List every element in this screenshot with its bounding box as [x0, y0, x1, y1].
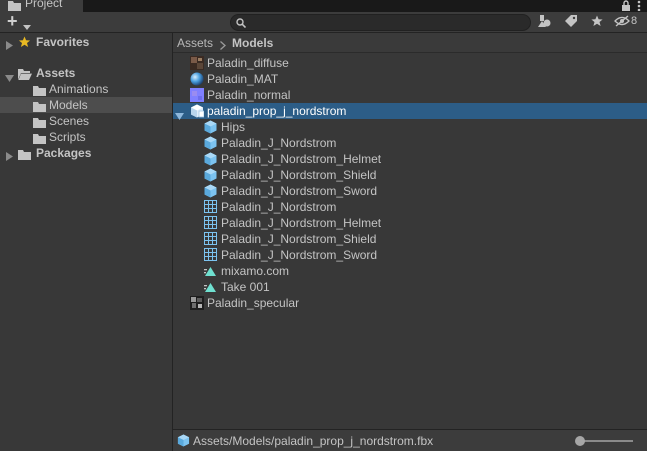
asset-item-game-object[interactable]: Paladin_J_Nordstrom_Sword [173, 183, 647, 199]
tree-item-favorites[interactable]: Favorites [0, 34, 172, 50]
tree-item-label: Packages [36, 146, 92, 160]
tree-item-label: Animations [49, 82, 109, 96]
tree-item-scripts[interactable]: Scripts [0, 129, 172, 145]
asset-label: Paladin_J_Nordstrom_Shield [221, 168, 377, 182]
status-bar: Assets/Models/paladin_prop_j_nordstrom.f… [173, 429, 647, 451]
asset-item-animation-clip[interactable]: Take 001 [173, 279, 647, 295]
asset-label: Hips [221, 120, 246, 134]
model-prefab-icon [177, 434, 190, 450]
asset-label: Paladin_MAT [207, 72, 279, 86]
asset-label: paladin_prop_j_nordstrom [207, 104, 347, 118]
asset-item-paladin-diffuse[interactable]: Paladin_diffuse [173, 55, 647, 71]
project-toolbar: + 8 [0, 11, 647, 33]
search-icon [236, 17, 247, 31]
asset-item-paladin-prop-fbx[interactable]: paladin_prop_j_nordstrom [173, 103, 647, 120]
asset-label: Paladin_normal [207, 88, 291, 102]
toggle-hidden-packages-button[interactable] [611, 13, 633, 32]
search-field[interactable] [230, 14, 531, 31]
search-by-type-button[interactable] [534, 13, 556, 32]
breadcrumb-models[interactable]: Models [232, 36, 273, 50]
asset-label: Paladin_J_Nordstrom_Helmet [221, 152, 382, 166]
window-controls [621, 0, 641, 12]
asset-label: Paladin_J_Nordstrom_Shield [221, 232, 377, 246]
asset-item-game-object[interactable]: Paladin_J_Nordstrom_Helmet [173, 151, 647, 167]
asset-list-panel: Assets Models Paladin_diffuse Paladin_MA… [173, 33, 647, 429]
shapes-filter-icon [538, 15, 552, 30]
asset-item-mesh[interactable]: Paladin_J_Nordstrom_Helmet [173, 215, 647, 231]
plus-icon: + [7, 11, 18, 31]
folder-icon [18, 148, 31, 164]
slider-track[interactable] [577, 440, 633, 442]
star-icon [591, 15, 603, 30]
create-asset-button[interactable]: + [4, 11, 36, 33]
tree-item-scenes[interactable]: Scenes [0, 113, 172, 129]
asset-item-mesh[interactable]: Paladin_J_Nordstrom_Sword [173, 247, 647, 263]
asset-label: Paladin_J_Nordstrom [221, 200, 337, 214]
chevron-right-icon[interactable] [6, 38, 13, 54]
hidden-packages-count: 8 [631, 15, 638, 27]
search-by-label-button[interactable] [560, 13, 582, 32]
asset-label: Paladin_J_Nordstrom [221, 136, 337, 150]
asset-item-paladin-normal[interactable]: Paladin_normal [173, 87, 647, 103]
slider-handle[interactable] [575, 436, 585, 446]
asset-item-animation-clip[interactable]: mixamo.com [173, 263, 647, 279]
chevron-right-icon[interactable] [6, 149, 13, 165]
star-icon [18, 36, 31, 52]
chevron-right-icon [220, 39, 226, 53]
icon-size-slider[interactable] [575, 435, 633, 447]
chevron-down-icon [23, 19, 31, 33]
save-search-button[interactable] [586, 13, 608, 32]
asset-label: Paladin_J_Nordstrom_Sword [221, 248, 378, 262]
tag-icon [565, 15, 577, 30]
asset-label: Paladin_J_Nordstrom_Sword [221, 184, 378, 198]
asset-label: Take 001 [221, 280, 270, 294]
tree-item-label: Models [49, 98, 88, 112]
folder-tree-panel: Favorites Assets Animations Models Scene… [0, 33, 172, 451]
tree-item-packages[interactable]: Packages [0, 145, 172, 161]
tree-item-label: Scenes [49, 114, 90, 128]
asset-label: Paladin_specular [207, 296, 300, 310]
breadcrumb: Assets Models [173, 33, 647, 53]
tab-label: Project [25, 0, 63, 10]
asset-label: mixamo.com [221, 264, 290, 278]
tree-item-label: Scripts [49, 130, 86, 144]
asset-item-game-object[interactable]: Paladin_J_Nordstrom_Shield [173, 167, 647, 183]
texture-specular-icon [190, 296, 204, 314]
tree-item-models[interactable]: Models [0, 97, 172, 113]
asset-item-paladin-specular[interactable]: Paladin_specular [173, 295, 647, 311]
asset-label: Paladin_J_Nordstrom_Helmet [221, 216, 382, 230]
asset-label: Paladin_diffuse [207, 56, 289, 70]
asset-item-mesh[interactable]: Paladin_J_Nordstrom [173, 199, 647, 215]
tree-item-animations[interactable]: Animations [0, 81, 172, 97]
window-tab-strip: Project [0, 0, 647, 12]
breadcrumb-assets[interactable]: Assets [177, 36, 213, 50]
eye-slash-icon [614, 15, 630, 30]
tree-item-label: Favorites [36, 35, 90, 49]
asset-item-mesh[interactable]: Paladin_J_Nordstrom_Shield [173, 231, 647, 247]
asset-item-game-object[interactable]: Paladin_J_Nordstrom [173, 135, 647, 151]
tree-item-label: Assets [36, 66, 76, 80]
asset-item-paladin-mat[interactable]: Paladin_MAT [173, 71, 647, 87]
asset-item-hips[interactable]: Hips [173, 119, 647, 135]
selected-asset-path: Assets/Models/paladin_prop_j_nordstrom.f… [193, 434, 434, 448]
tree-item-assets[interactable]: Assets [0, 65, 172, 82]
